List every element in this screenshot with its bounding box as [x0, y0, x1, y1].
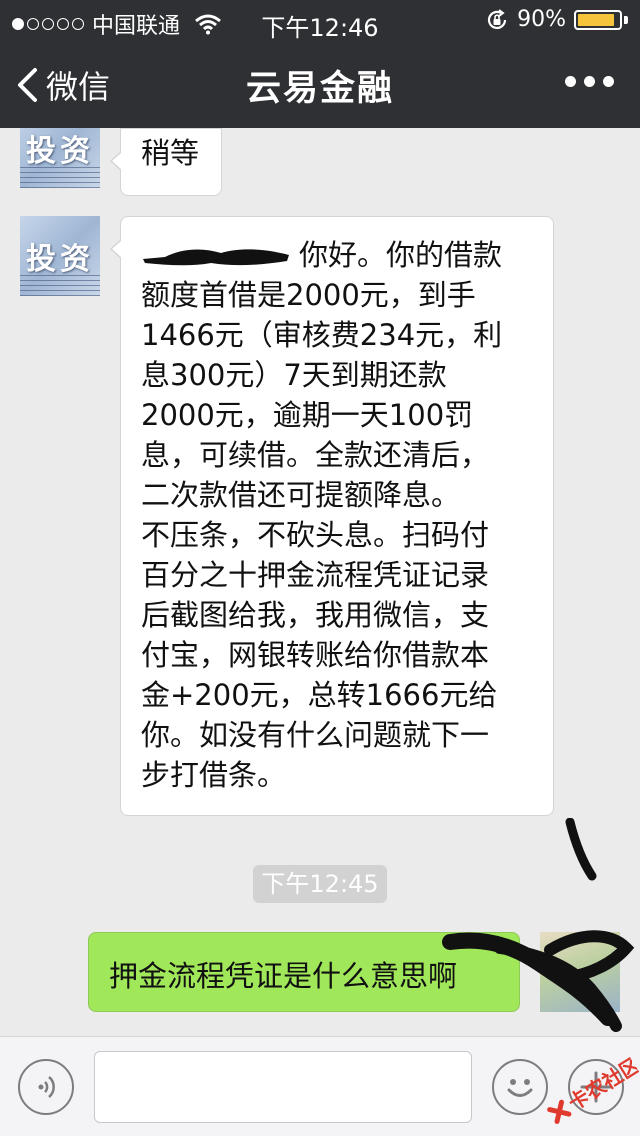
status-bar: 中国联通 下午12:46 90% [0, 0, 640, 42]
chat-title: 云易金融 [245, 69, 394, 109]
message-text: 押金流程凭证是什么意思啊 [109, 959, 458, 993]
battery-percent: 90% [517, 7, 566, 32]
nav-bar: 微信 云易金融 [0, 40, 640, 128]
message-line: 付宝，网银转账给你借款本 [141, 638, 490, 672]
contact-avatar[interactable]: 投资 [20, 128, 100, 188]
message-line: 百分之十押金流程凭证记录 [141, 558, 490, 592]
message-text: 稍等 [141, 136, 200, 170]
received-message-bubble[interactable]: 你好。你的借款 额度首借是2000元，到手 1466元（审核费234元，利 息3… [110, 216, 554, 816]
message-input[interactable] [94, 1051, 472, 1123]
message-line: 步打借条。 [141, 758, 287, 792]
rotation-lock-icon [488, 8, 507, 29]
message-timestamp: 下午12:45 [253, 865, 387, 903]
sent-message-bubble[interactable]: 押金流程凭证是什么意思啊 [88, 932, 520, 1012]
message-line: 息300元）7天到期还款 [141, 358, 447, 392]
status-right: 90% [485, 7, 628, 32]
watermark-text: 卡农社区 [564, 1052, 640, 1115]
battery-icon [574, 8, 628, 32]
message-line: 不压条，不砍头息。扫码付 [141, 518, 490, 552]
pen-mark [565, 818, 597, 881]
received-message-bubble[interactable]: 稍等 [109, 128, 223, 196]
user-avatar[interactable] [540, 932, 620, 1012]
top-header: 中国联通 下午12:46 90% 微信 云易金融 [0, 0, 640, 128]
contact-avatar[interactable]: 投资 [20, 216, 100, 296]
more-dots-icon[interactable] [565, 76, 614, 87]
message-line: 额度首借是2000元，到手 [141, 278, 476, 312]
redaction-scribble [143, 249, 289, 266]
message-line: 二次款借还可提额降息。 [141, 478, 461, 512]
voice-wave-icon [38, 1076, 55, 1098]
chat-area[interactable]: 投资 稍等 投资 你好。你的借款 额度首借是2000元，到手 1466元（审核费… [0, 128, 640, 1036]
message-line: 后截图给我，我用微信，支 [141, 598, 490, 632]
message-line: 息，可续借。全款还清后， [141, 438, 490, 472]
message-line: 你好。你的借款 [141, 235, 535, 275]
message-line: 2000元，逾期一天100罚 [141, 398, 474, 432]
message-line: 金+200元，总转1666元给 [141, 678, 498, 712]
message-line: 你。如没有什么问题就下一 [141, 718, 490, 752]
voice-icon[interactable] [18, 1059, 74, 1115]
message-line: 1466元（审核费234元，利 [141, 318, 503, 352]
